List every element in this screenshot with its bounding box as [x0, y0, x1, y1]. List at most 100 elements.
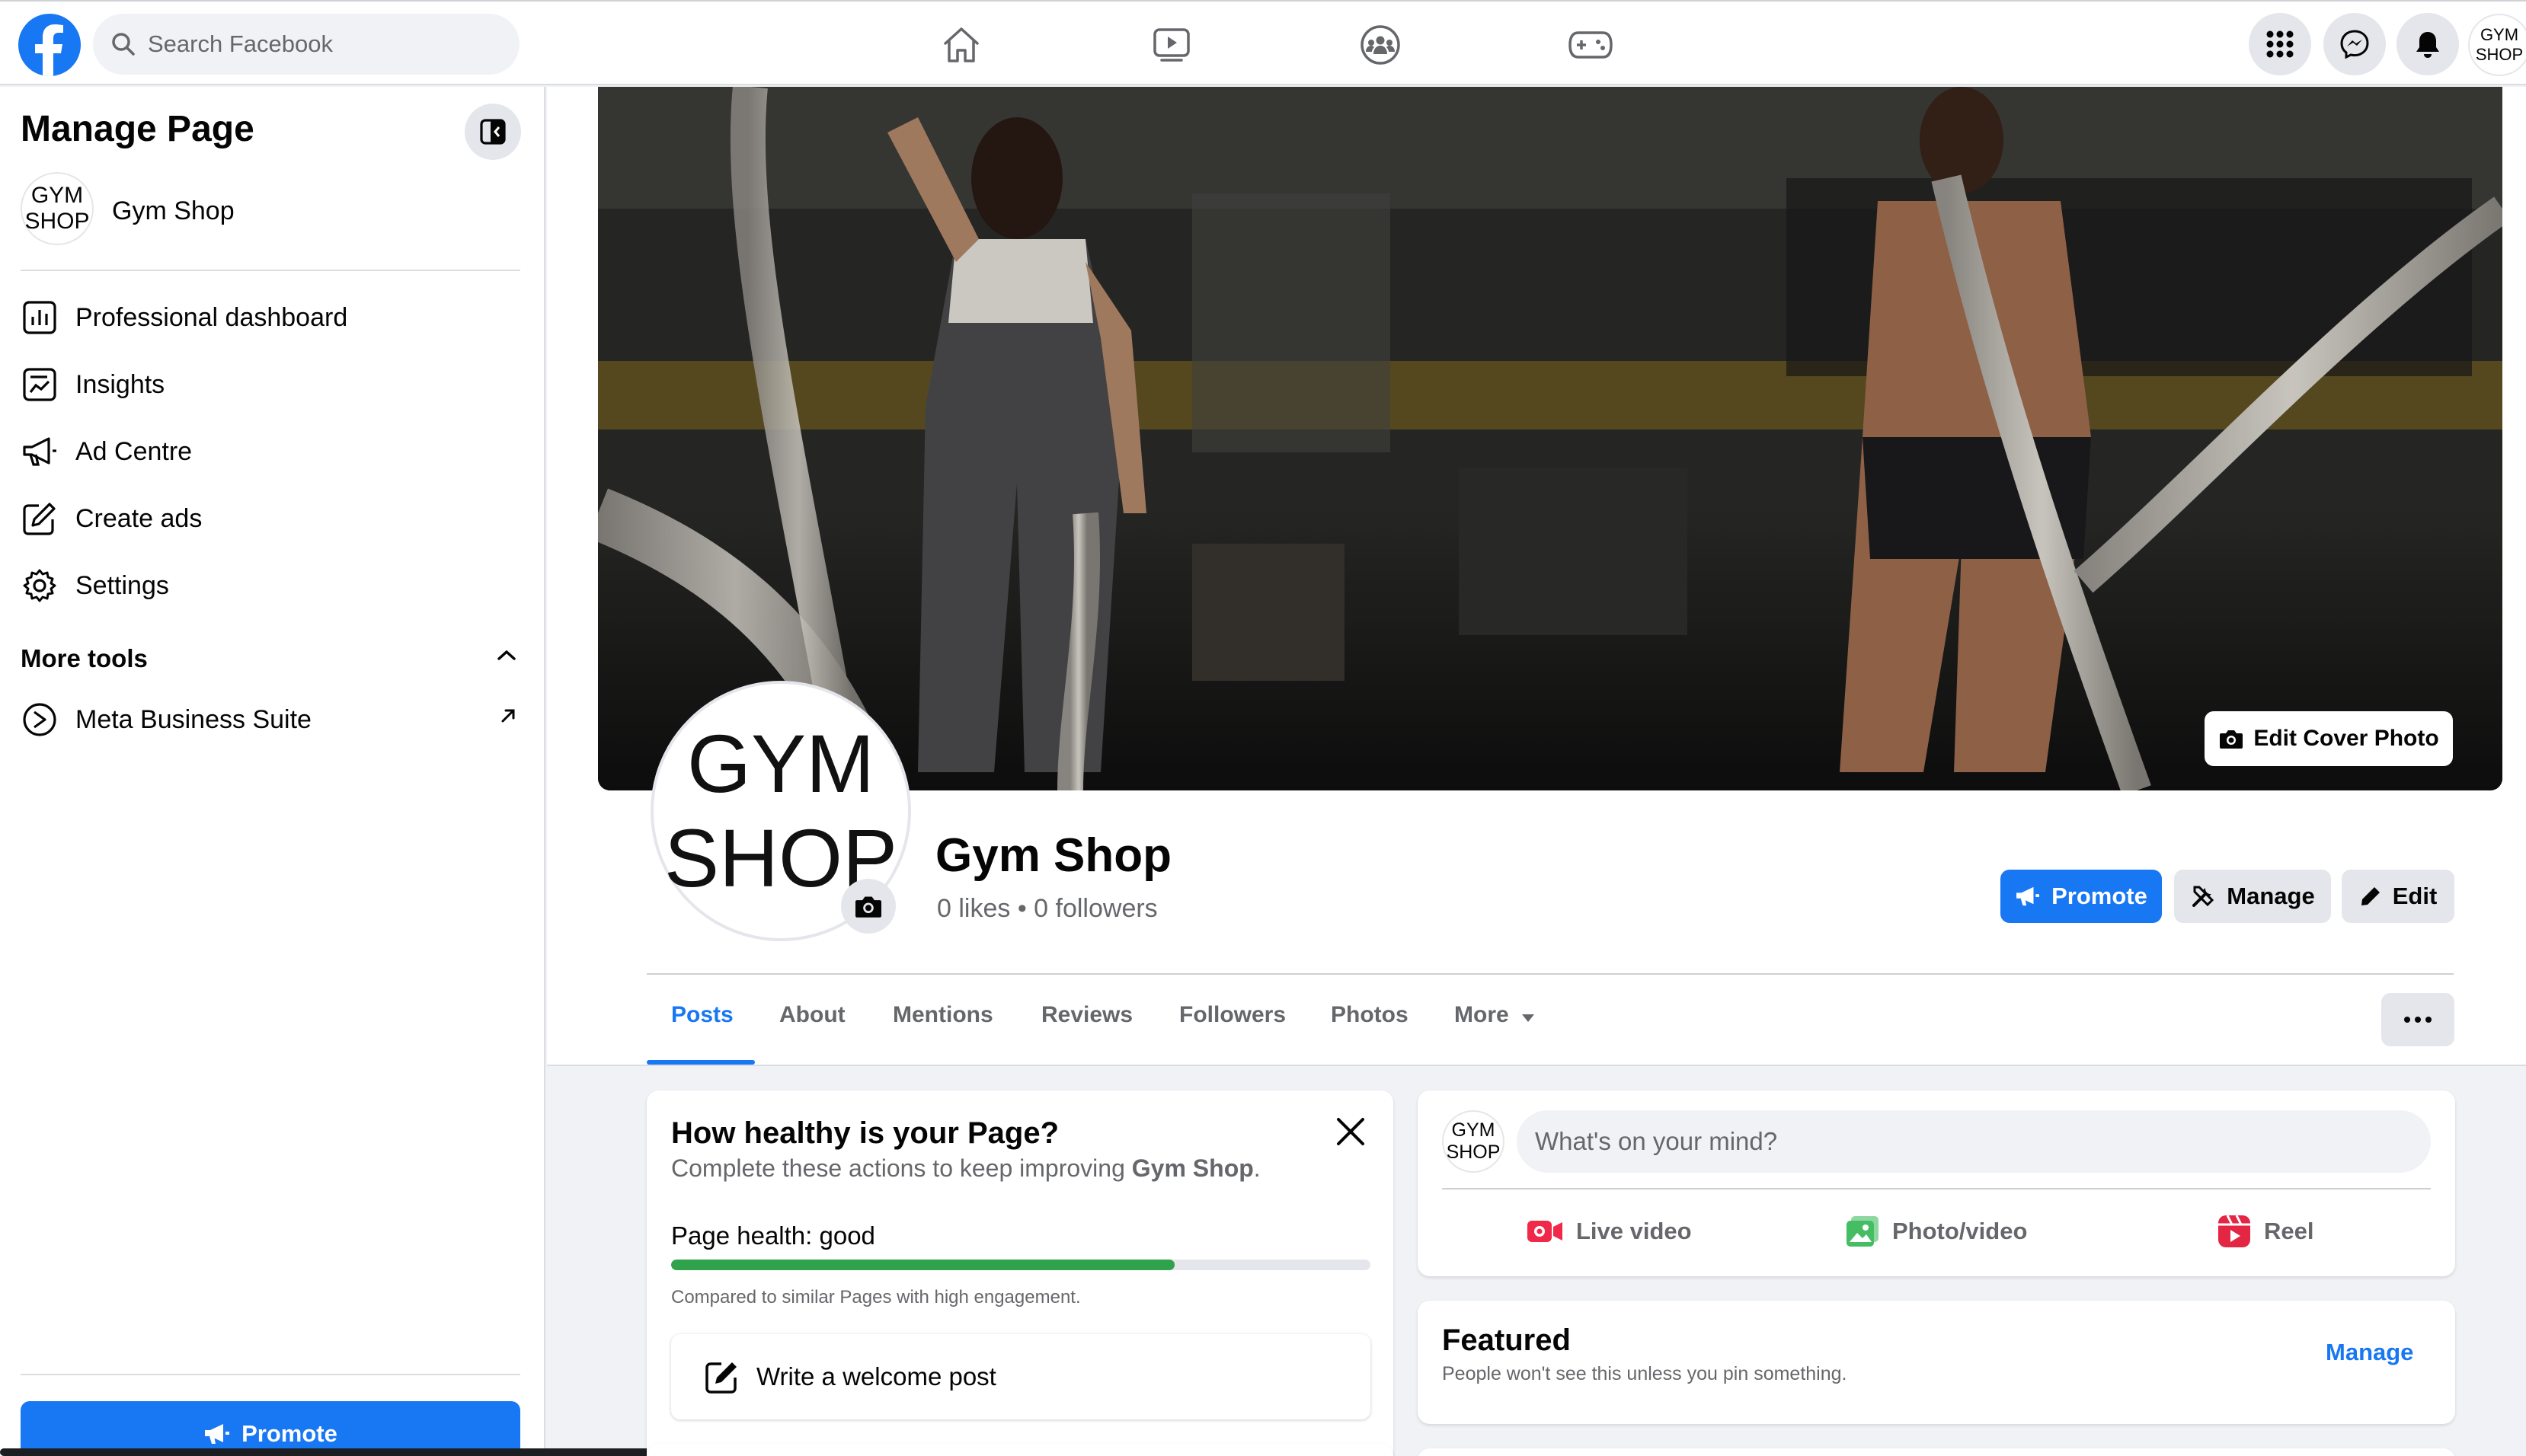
live-video-button[interactable]: Live video — [1526, 1205, 1692, 1258]
video-icon[interactable] — [1144, 20, 1199, 70]
edit-label: Edit — [2392, 883, 2438, 909]
health-card-subtitle: Complete these actions to keep improving… — [671, 1154, 1261, 1183]
reel-button[interactable]: Reel — [2217, 1205, 2313, 1258]
sidebar-item-label: Professional dashboard — [75, 302, 348, 332]
divider — [1442, 1188, 2431, 1189]
home-icon[interactable] — [934, 20, 989, 70]
insights-icon — [21, 366, 59, 404]
page-health-note: Compared to similar Pages with high enga… — [671, 1287, 1081, 1308]
search-input[interactable] — [148, 14, 506, 75]
sidebar-item-create-ads[interactable]: Create ads — [21, 492, 520, 545]
tab-followers[interactable]: Followers — [1179, 1002, 1286, 1028]
divider — [21, 270, 520, 271]
notifications-icon[interactable] — [2397, 13, 2459, 75]
avatar-text-line1: GYM — [30, 183, 84, 208]
tab-mentions[interactable]: Mentions — [893, 1002, 993, 1028]
close-icon[interactable] — [1334, 1115, 1367, 1148]
page-avatar-small[interactable]: GYM SHOP — [21, 172, 94, 245]
edit-button[interactable]: Edit — [2342, 870, 2454, 923]
next-card — [647, 1444, 1393, 1456]
search-icon — [110, 30, 137, 58]
compose-icon — [705, 1359, 740, 1394]
gear-icon — [21, 567, 59, 605]
megaphone-icon — [203, 1422, 231, 1445]
whats-on-your-mind-input[interactable] — [1517, 1110, 2431, 1173]
more-options-button[interactable] — [2381, 993, 2454, 1046]
tab-reviews[interactable]: Reviews — [1041, 1002, 1133, 1028]
avatar-text-line2: SHOP — [24, 209, 90, 234]
external-link-icon — [499, 707, 517, 725]
menu-grid-icon[interactable] — [2249, 13, 2311, 75]
photo-video-button[interactable]: Photo/video — [1845, 1205, 2027, 1258]
sidebar-item-ad-centre[interactable]: Ad Centre — [21, 425, 520, 478]
page-stats[interactable]: 0 likes • 0 followers — [937, 894, 1158, 924]
caret-down-icon[interactable] — [1520, 1013, 1536, 1023]
avatar-text-line1: GYM — [2480, 25, 2519, 44]
messenger-icon[interactable] — [2323, 13, 2386, 75]
avatar-text-line1: GYM — [1451, 1119, 1495, 1141]
subtitle-page-name: Gym Shop — [1131, 1154, 1254, 1182]
tab-about[interactable]: About — [779, 1002, 846, 1028]
sidebar-item-insights[interactable]: Insights — [21, 358, 520, 411]
tab-photos[interactable]: Photos — [1331, 1002, 1408, 1028]
subtitle-suffix: . — [1253, 1154, 1261, 1182]
featured-subtitle: People won't see this unless you pin som… — [1442, 1363, 1847, 1384]
sidebar-item-professional-dashboard[interactable]: Professional dashboard — [21, 291, 520, 344]
manage-page-sidebar: Manage Page GYM SHOP Gym Shop Profession… — [0, 87, 545, 1456]
facebook-logo-icon[interactable] — [18, 14, 81, 76]
tools-icon — [2190, 883, 2216, 909]
sidebar-item-label: Meta Business Suite — [75, 704, 312, 734]
sidebar-collapse-icon[interactable] — [465, 104, 521, 160]
page-health-progress-fill — [671, 1260, 1175, 1270]
camera-icon — [853, 893, 884, 919]
page-health-progress-bar — [671, 1260, 1370, 1270]
meta-business-suite-icon — [21, 701, 59, 739]
update-profile-picture-button[interactable] — [841, 879, 896, 934]
sidebar-item-label: Insights — [75, 369, 165, 399]
featured-manage-link[interactable]: Manage — [2326, 1339, 2413, 1366]
top-navigation-bar: GYM SHOP — [0, 0, 2526, 85]
megaphone-icon — [2015, 886, 2041, 907]
page-health-label: Page health: good — [671, 1221, 875, 1250]
post-composer-card: GYM SHOP Live video Photo/video Reel — [1418, 1090, 2455, 1276]
chevron-up-icon[interactable] — [495, 647, 518, 663]
live-video-label: Live video — [1576, 1218, 1692, 1244]
sidebar-item-label: Settings — [75, 570, 169, 600]
pencil-icon — [2359, 885, 2382, 908]
manage-button[interactable]: Manage — [2174, 870, 2331, 923]
groups-icon[interactable] — [1353, 20, 1408, 70]
tab-posts[interactable]: Posts — [671, 1002, 734, 1028]
next-card — [1418, 1448, 2455, 1456]
promote-label: Promote — [2051, 883, 2147, 909]
avatar-text-line2: SHOP — [1446, 1141, 1501, 1163]
avatar-text-line1: GYM — [686, 717, 875, 809]
promote-label: Promote — [241, 1420, 337, 1447]
search-bar[interactable] — [93, 14, 520, 75]
camera-icon — [2218, 727, 2244, 750]
composer-avatar[interactable]: GYM SHOP — [1442, 1110, 1504, 1173]
tab-more[interactable]: More — [1454, 1002, 1509, 1028]
page-title: Gym Shop — [935, 829, 1172, 882]
sidebar-item-meta-business-suite[interactable]: Meta Business Suite — [21, 693, 520, 746]
edit-square-icon — [21, 500, 59, 538]
edit-cover-photo-button[interactable]: Edit Cover Photo — [2205, 711, 2453, 766]
gaming-icon[interactable] — [1563, 20, 1618, 70]
sidebar-title: Manage Page — [21, 109, 254, 149]
cover-photo[interactable] — [598, 87, 2502, 790]
sidebar-item-settings[interactable]: Settings — [21, 559, 520, 612]
edit-cover-photo-label: Edit Cover Photo — [2253, 726, 2439, 751]
subtitle-text: Complete these actions to keep improving — [671, 1154, 1132, 1182]
reel-label: Reel — [2264, 1218, 2314, 1244]
write-welcome-post-button[interactable]: Write a welcome post — [671, 1334, 1370, 1419]
avatar-text-line2: SHOP — [2475, 45, 2524, 64]
more-tools-heading[interactable]: More tools — [21, 644, 148, 673]
promote-button[interactable]: Promote — [2000, 870, 2162, 923]
manage-label: Manage — [2227, 883, 2315, 909]
account-avatar[interactable]: GYM SHOP — [2468, 14, 2526, 76]
active-tab-indicator — [647, 1060, 755, 1065]
divider — [21, 1374, 520, 1375]
live-video-icon — [1526, 1216, 1564, 1247]
megaphone-icon — [21, 433, 59, 471]
page-health-card: How healthy is your Page? Complete these… — [647, 1090, 1393, 1456]
sidebar-page-name[interactable]: Gym Shop — [112, 196, 235, 226]
